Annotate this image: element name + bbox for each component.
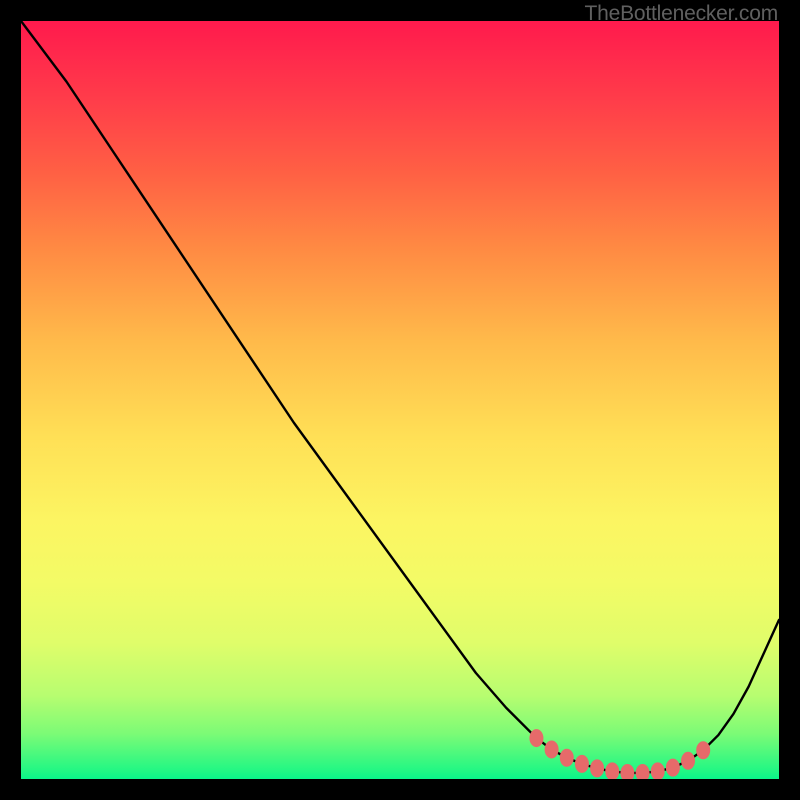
highlight-dot — [545, 740, 559, 758]
highlight-dot — [590, 759, 604, 777]
figure-canvas: TheBottlenecker.com — [0, 0, 800, 800]
highlight-dot — [636, 764, 650, 779]
highlight-dot — [651, 762, 665, 779]
highlight-dot — [560, 749, 574, 767]
bottleneck-curve — [21, 21, 779, 773]
chart-svg — [21, 21, 779, 779]
highlight-dot — [605, 762, 619, 779]
highlight-dot — [575, 755, 589, 773]
source-label: TheBottlenecker.com — [585, 2, 778, 26]
highlight-dot — [696, 741, 710, 759]
highlight-dot — [666, 759, 680, 777]
highlight-dot — [681, 752, 695, 770]
highlight-dot — [529, 729, 543, 747]
plot-area — [21, 21, 779, 779]
bottleneck-curve-group — [21, 21, 779, 773]
highlight-dot — [620, 764, 634, 779]
